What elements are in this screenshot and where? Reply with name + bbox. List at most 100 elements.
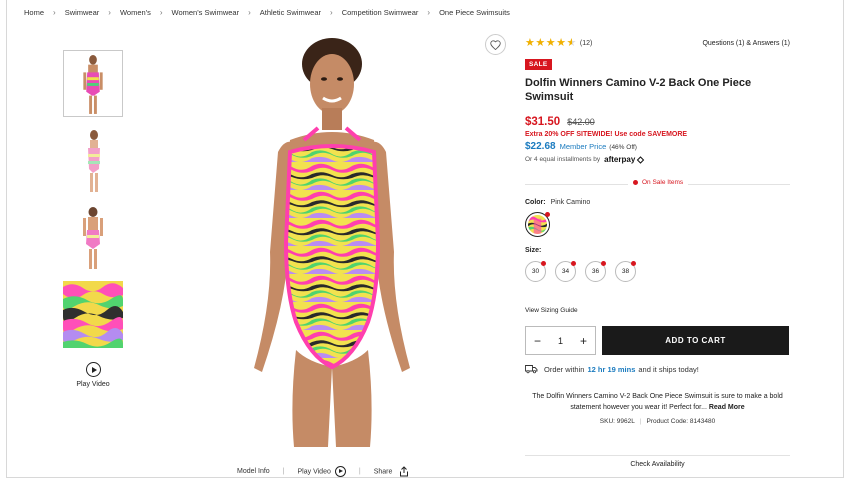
- thumbnail-print[interactable]: [63, 281, 123, 348]
- play-icon: [334, 466, 346, 477]
- size-option-30[interactable]: 30: [525, 261, 546, 282]
- breadcrumb-swimwear[interactable]: Swimwear: [65, 8, 100, 17]
- wishlist-button[interactable]: [485, 34, 506, 55]
- product-info-panel: ★ ★ ★ ★ ★ (12) Questions (1) & Answers (…: [525, 36, 790, 425]
- thumbnail-back[interactable]: [63, 204, 123, 271]
- cart-row: − 1 + ADD TO CART: [525, 326, 790, 355]
- truck-icon: [525, 365, 538, 374]
- product-description: The Dolfin Winners Camino V-2 Back One P…: [525, 391, 790, 413]
- share-button[interactable]: Share: [374, 466, 410, 477]
- decrease-quantity-button[interactable]: −: [534, 335, 541, 347]
- product-name: Winners Camino V-2 Back One Piece Swimsu…: [525, 77, 752, 103]
- afterpay-arrows-icon: [637, 155, 645, 164]
- promo-message: Extra 20% OFF SITEWIDE! Use code SAVEMOR…: [525, 131, 688, 138]
- member-discount: (46% Off): [609, 144, 637, 151]
- breadcrumb-womens[interactable]: Women's: [120, 8, 151, 17]
- member-price-row: $22.68 Member Price (46% Off): [525, 141, 790, 152]
- breadcrumb-competition-swimwear[interactable]: Competition Swimwear: [342, 8, 419, 17]
- afterpay-logo[interactable]: afterpay: [604, 155, 635, 164]
- product-codes: SKU: 9962L | Product Code: 8143480: [525, 418, 790, 425]
- sale-dot-icon: [571, 261, 576, 266]
- sku-text: SKU: 9962L: [599, 418, 635, 425]
- breadcrumb-separator: ›: [159, 8, 163, 17]
- front-view-thumb: [64, 51, 122, 116]
- model-in-swimsuit-image: [192, 22, 482, 447]
- on-sale-divider: On Sale Items: [525, 176, 790, 186]
- on-sale-label: On Sale Items: [642, 179, 684, 186]
- size-option-36[interactable]: 36: [585, 261, 606, 282]
- play-icon: [85, 362, 101, 377]
- print-detail-thumb: [63, 281, 123, 348]
- on-sale-items-link[interactable]: On Sale Items: [628, 179, 689, 186]
- half-star-icon: ★: [566, 36, 577, 49]
- sale-price: $31.50: [525, 116, 561, 128]
- brand-name[interactable]: Dolfin: [525, 77, 556, 89]
- size-options: 30 34 36 38: [525, 261, 790, 282]
- breadcrumb-separator: ›: [330, 8, 333, 17]
- afterpay-text: Or 4 equal installments by: [525, 156, 601, 163]
- breadcrumb-one-piece-swimsuits[interactable]: One Piece Swimsuits: [439, 8, 510, 17]
- sizing-guide-link[interactable]: View Sizing Guide: [525, 307, 790, 314]
- check-availability-link[interactable]: Check Availability: [525, 455, 790, 468]
- media-links-bar: Model Info | Play Video | Share: [237, 466, 409, 477]
- divider: |: [282, 468, 285, 475]
- quantity-value[interactable]: 1: [558, 336, 563, 346]
- increase-quantity-button[interactable]: +: [580, 335, 587, 347]
- sale-dot-icon: [541, 261, 546, 266]
- member-price: $22.68: [525, 141, 556, 152]
- breadcrumb-womens-swimwear[interactable]: Women's Swimwear: [172, 8, 240, 17]
- play-video-label: Play Video: [76, 381, 110, 388]
- breadcrumb: Home › Swimwear › Women's › Women's Swimwea…: [24, 8, 510, 17]
- check-availability-label: Check Availability: [630, 461, 685, 468]
- breadcrumb-separator: ›: [248, 8, 251, 17]
- product-page: Home › Swimwear › Women's › Women's Swimwea…: [6, 0, 844, 478]
- star-rating[interactable]: ★ ★ ★ ★ ★ (12): [525, 36, 592, 49]
- color-swatch-pink-camino[interactable]: [525, 212, 550, 237]
- play-video-bottom-link[interactable]: Play Video: [298, 466, 346, 477]
- play-video-side-button[interactable]: Play Video: [69, 362, 117, 388]
- swatch-print-icon: [528, 215, 547, 234]
- original-price: $42.00: [567, 117, 595, 127]
- breadcrumb-home[interactable]: Home: [24, 8, 44, 17]
- thumbnail-front[interactable]: [63, 50, 123, 117]
- product-title: Dolfin Winners Camino V-2 Back One Piece…: [525, 76, 790, 104]
- size-value: 30: [531, 268, 540, 275]
- color-label: Color: Pink Camino: [525, 199, 790, 206]
- size-value: 36: [591, 268, 600, 275]
- rating-row: ★ ★ ★ ★ ★ (12) Questions (1) & Answers (…: [525, 36, 790, 50]
- breadcrumb-athletic-swimwear[interactable]: Athletic Swimwear: [260, 8, 321, 17]
- sale-dot-icon: [601, 261, 606, 266]
- size-option-38[interactable]: 38: [615, 261, 636, 282]
- thumbnail-side[interactable]: [63, 127, 123, 194]
- size-option-34[interactable]: 34: [555, 261, 576, 282]
- breadcrumb-separator: ›: [427, 8, 431, 17]
- divider: |: [358, 468, 361, 475]
- review-count[interactable]: (12): [580, 40, 592, 47]
- quantity-stepper: − 1 +: [525, 326, 596, 355]
- star-icon: ★: [525, 36, 535, 49]
- price-row: $31.50 $42.00: [525, 116, 790, 128]
- sale-dot-icon: [633, 180, 638, 185]
- share-icon: [400, 466, 409, 477]
- read-more-link[interactable]: Read More: [709, 404, 745, 411]
- share-label: Share: [373, 468, 393, 476]
- breadcrumb-separator: ›: [53, 8, 56, 17]
- main-product-image[interactable]: [192, 22, 482, 447]
- play-video-bottom-label: Play Video: [297, 468, 331, 476]
- sale-dot-icon: [631, 261, 636, 266]
- sale-dot-icon: [545, 212, 550, 217]
- swatch-image: [528, 215, 547, 234]
- questions-answers-link[interactable]: Questions (1) & Answers (1): [702, 40, 790, 47]
- divider: |: [639, 418, 642, 425]
- ship-suffix: and it ships today!: [638, 364, 699, 374]
- thumbnail-list: [63, 50, 123, 358]
- add-to-cart-button[interactable]: ADD TO CART: [602, 326, 789, 355]
- size-value: 34: [561, 268, 570, 275]
- size-label: Size:: [525, 247, 542, 254]
- heart-icon: [490, 39, 501, 50]
- sale-badge: SALE: [525, 59, 552, 70]
- star-icon: ★: [556, 36, 566, 49]
- description-text: The Dolfin Winners Camino V-2 Back One P…: [532, 393, 783, 411]
- member-price-link[interactable]: Member Price: [560, 142, 607, 151]
- model-info-link[interactable]: Model Info: [237, 468, 270, 475]
